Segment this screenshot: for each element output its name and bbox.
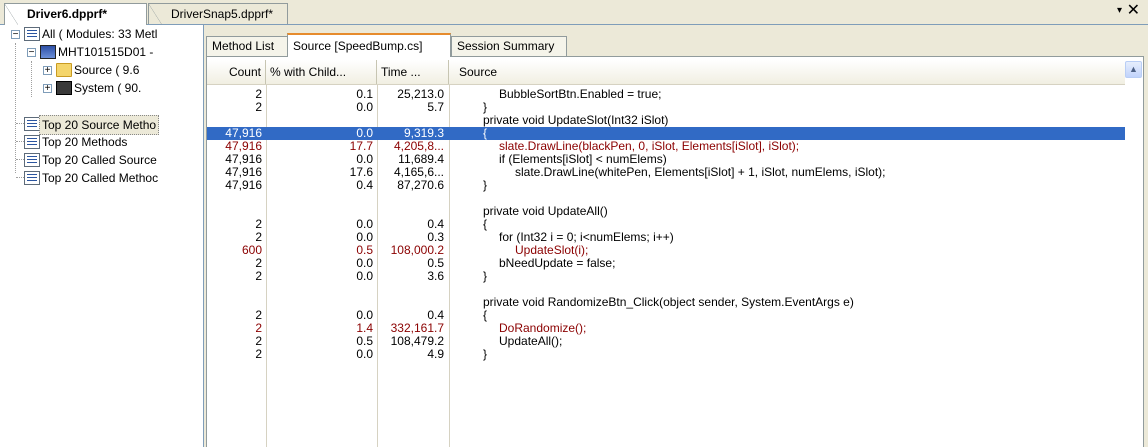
list-icon — [24, 135, 40, 149]
source-line-row[interactable]: private void RandomizeBtn_Click(object s… — [207, 296, 1125, 309]
list-icon — [24, 153, 40, 167]
column-header-source[interactable]: Source — [449, 60, 1125, 84]
line-source-cell: } — [483, 269, 488, 283]
line-source-cell: slate.DrawLine(whitePen, Elements[iSlot]… — [515, 165, 886, 179]
line-count-cell: 2 — [255, 334, 262, 348]
collapse-icon[interactable]: − — [27, 48, 36, 58]
column-header-pct-with-children[interactable]: % with Child... — [266, 60, 377, 84]
line-source-cell: { — [483, 217, 488, 231]
line-time-cell: 4.9 — [427, 347, 444, 361]
doc-tab-driver6[interactable]: Driver6.dpprf* — [4, 3, 147, 25]
source-line-row[interactable]: 2 0.0 0.3 for (Int32 i = 0; i<numElems; i++… — [207, 231, 1125, 244]
source-line-row[interactable]: 2 1.4 332,161.7 DoRandomize(); — [207, 322, 1125, 335]
tree-node-machine[interactable]: − MHT101515D01 - — [0, 43, 203, 61]
tree-label-top20-called-source: Top 20 Called Source — [42, 153, 157, 167]
tree-label-source: Source ( 9.6 — [74, 63, 140, 77]
tree-node-top20-source-methods[interactable]: Top 20 Source Metho — [0, 115, 203, 135]
line-time-cell: 3.6 — [427, 269, 444, 283]
source-line-row[interactable]: 2 0.0 0.4{ — [207, 309, 1125, 322]
close-document-icon[interactable]: ✕ — [1127, 2, 1140, 20]
source-line-row[interactable]: 47,916 17.6 4,165,6... slate.DrawLine(white… — [207, 166, 1125, 179]
list-icon — [24, 117, 40, 131]
line-source-cell: BubbleSortBtn.Enabled = true; — [499, 87, 662, 101]
tree-node-system[interactable]: + System ( 90. — [0, 79, 203, 97]
line-count-cell: 2 — [255, 321, 262, 335]
source-line-row[interactable]: 2 0.0 3.6} — [207, 270, 1125, 283]
tab-method-list[interactable]: Method List — [206, 36, 288, 56]
tab-source[interactable]: Source [SpeedBump.cs] — [287, 33, 451, 57]
line-count-cell: 2 — [255, 308, 262, 322]
tree-node-top20-called-methods[interactable]: Top 20 Called Methoc — [0, 169, 203, 187]
collapse-icon[interactable]: − — [11, 30, 20, 40]
line-source-cell: private void UpdateAll() — [483, 204, 608, 218]
tree-node-all[interactable]: − All ( Modules: 33 Metl — [0, 25, 203, 43]
line-source-cell: private void UpdateSlot(Int32 iSlot) — [483, 113, 669, 127]
line-time-cell: 87,270.6 — [397, 178, 444, 192]
folder-icon — [56, 63, 72, 77]
view-tab-strip: Method List Source [SpeedBump.cs] Sessio… — [206, 33, 1146, 57]
line-pct-cell: 0.0 — [356, 269, 373, 283]
line-count-cell: 2 — [255, 100, 262, 114]
line-source-cell: { — [483, 126, 488, 140]
source-line-row[interactable]: private void UpdateSlot(Int32 iSlot) — [207, 114, 1125, 127]
source-line-row[interactable]: 2 0.0 0.5 bNeedUpdate = false; — [207, 257, 1125, 270]
tab-list-dropdown-icon[interactable]: ▾ — [1117, 5, 1122, 16]
line-source-cell: UpdateAll(); — [499, 334, 563, 348]
column-header-count[interactable]: Count — [207, 60, 266, 84]
computer-icon — [40, 45, 56, 59]
line-count-cell: 2 — [255, 256, 262, 270]
source-line-row[interactable]: private void UpdateAll() — [207, 205, 1125, 218]
source-line-row[interactable] — [207, 192, 1125, 205]
source-line-row[interactable]: 2 0.0 4.9} — [207, 348, 1125, 361]
column-header-time[interactable]: Time ... — [377, 60, 449, 84]
tree-node-top20-called-source[interactable]: Top 20 Called Source — [0, 151, 203, 169]
line-source-cell: private void RandomizeBtn_Click(object s… — [483, 295, 854, 309]
tree-label-top20-methods: Top 20 Methods — [42, 135, 128, 149]
tree-label-system: System ( 90. — [74, 81, 142, 95]
tree-node-top20-methods[interactable]: Top 20 Methods — [0, 133, 203, 151]
tree-label-top20-source-methods: Top 20 Source Metho — [39, 115, 160, 135]
line-pct-cell: 0.0 — [356, 100, 373, 114]
line-count-cell: 600 — [241, 243, 262, 257]
list-icon — [24, 171, 40, 185]
tree-label-top20-called-methods: Top 20 Called Methoc — [42, 171, 159, 185]
source-line-row[interactable]: 2 0.5 108,479.2 UpdateAll(); — [207, 335, 1125, 348]
tree-label-all: All ( Modules: 33 Metl — [42, 27, 158, 41]
line-count-cell: 2 — [255, 269, 262, 283]
tree-label-machine: MHT101515D01 - — [58, 45, 154, 59]
tab-session-summary[interactable]: Session Summary — [451, 36, 567, 56]
line-count-cell: 2 — [255, 217, 262, 231]
line-source-cell: { — [483, 308, 488, 322]
source-view: Count % with Child... Time ... Source ▲ … — [206, 56, 1144, 447]
line-count-cell: 47,916 — [225, 178, 262, 192]
line-pct-cell: 0.0 — [356, 347, 373, 361]
expand-icon[interactable]: + — [43, 84, 52, 94]
line-count-cell: 2 — [255, 87, 262, 101]
doc-tab-driversnap5[interactable]: DriverSnap5.dpprf* — [148, 3, 288, 25]
line-time-cell: 5.7 — [427, 100, 444, 114]
scroll-up-button[interactable]: ▲ — [1125, 61, 1142, 78]
system-icon — [56, 81, 72, 95]
session-tree: − All ( Modules: 33 Metl − MHT101515D01 … — [0, 25, 204, 447]
line-source-cell: bNeedUpdate = false; — [499, 256, 616, 270]
grid-header: Count % with Child... Time ... Source — [207, 60, 1125, 85]
line-source-cell: } — [483, 347, 488, 361]
source-line-row[interactable]: 600 0.5 108,000.2 UpdateSlot(i); — [207, 244, 1125, 257]
line-pct-cell: 0.4 — [356, 178, 373, 192]
tree-node-source[interactable]: + Source ( 9.6 — [0, 61, 203, 79]
source-line-row[interactable]: 2 0.1 25,213.0 BubbleSortBtn.Enabled = true… — [207, 88, 1125, 101]
source-line-row[interactable]: 47,916 0.4 87,270.6} — [207, 179, 1125, 192]
expand-icon[interactable]: + — [43, 66, 52, 76]
list-icon — [24, 27, 40, 41]
line-count-cell: 2 — [255, 347, 262, 361]
line-source-cell: } — [483, 178, 488, 192]
document-tab-strip: Driver6.dpprf* DriverSnap5.dpprf* ▾ ✕ — [0, 0, 1148, 25]
